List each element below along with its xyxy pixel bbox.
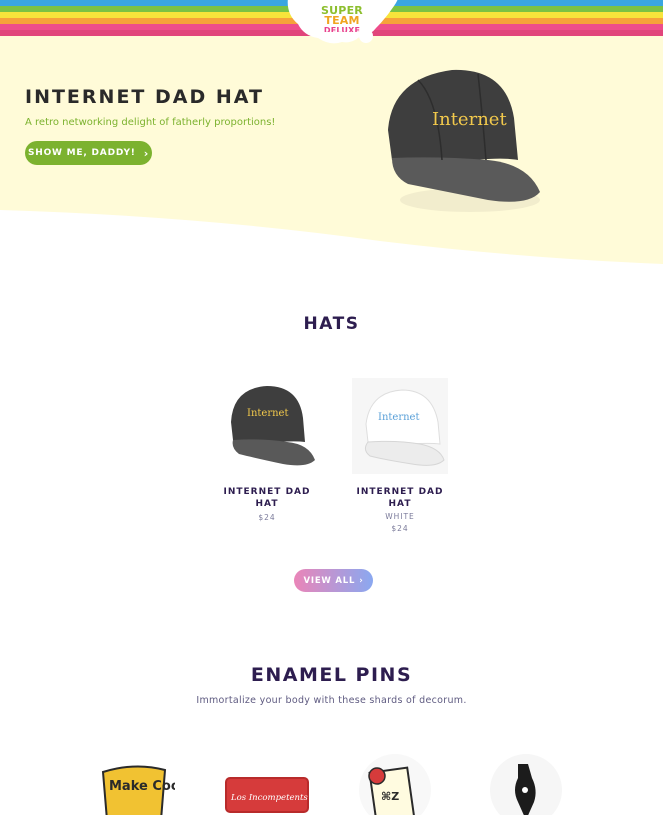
product-embroidery: Internet: [247, 408, 288, 419]
product-price: $24: [391, 524, 409, 533]
pin-image: ⌘Z: [359, 754, 431, 815]
cap-icon: Internet: [231, 386, 315, 466]
view-all-button-label: VIEW ALL: [303, 575, 356, 586]
hats-section-title: HATS: [303, 314, 360, 334]
chevron-right-icon: ›: [143, 146, 150, 160]
product-embroidery: Internet: [378, 412, 419, 423]
pin-image: Los Incompetents: [225, 777, 309, 813]
hero-hat-image[interactable]: Internet: [378, 60, 548, 230]
logo-word-deluxe: DELUXE: [323, 26, 361, 32]
show-me-button-label: SHOW ME, DADDY!: [27, 148, 136, 158]
pin-pen-nib[interactable]: [484, 750, 564, 815]
show-me-button[interactable]: SHOW ME, DADDY! ›: [25, 141, 152, 165]
chevron-right-icon: ›: [359, 575, 364, 586]
cap-icon: Internet: [388, 69, 540, 212]
cap-icon: Internet: [352, 378, 448, 474]
product-name[interactable]: INTERNET DAD HAT: [345, 486, 455, 510]
logo-word-team: TEAM: [324, 14, 360, 27]
pin-lettering: Make Cool Shit: [109, 779, 175, 794]
site-logo[interactable]: SUPER TEAM DELUXE: [282, 0, 402, 46]
pen-nib-icon: [490, 754, 562, 815]
product-card-hat-black[interactable]: Internet INTERNET DAD HAT $24: [212, 378, 322, 522]
pins-section-title: ENAMEL PINS: [250, 664, 413, 686]
view-all-button[interactable]: VIEW ALL ›: [294, 569, 373, 592]
pins-section-subtitle: Immortalize your body with these shards …: [196, 695, 467, 706]
pin-lettering: ⌘Z: [381, 790, 399, 803]
product-image[interactable]: Internet: [352, 378, 448, 474]
hero-hat-embroidery: Internet: [432, 109, 507, 130]
pin-command-z[interactable]: ⌘Z: [355, 750, 435, 815]
product-variant: WHITE: [385, 512, 415, 521]
product-name[interactable]: INTERNET DAD HAT: [212, 486, 322, 510]
pin-lettering: Los Incompetents: [230, 793, 308, 803]
pin-los-incompetents[interactable]: Los Incompetents: [222, 750, 309, 815]
product-price: $24: [258, 513, 276, 522]
hero-title: INTERNET DAD HAT: [25, 86, 264, 108]
hero-subtitle: A retro networking delight of fatherly p…: [25, 117, 276, 128]
pin-make-cool-shit[interactable]: Make Cool Shit: [95, 750, 218, 815]
product-image[interactable]: Internet: [219, 378, 315, 474]
product-card-hat-white[interactable]: Internet INTERNET DAD HAT WHITE $24: [345, 378, 455, 533]
pin-image: Make Cool Shit: [101, 765, 218, 815]
